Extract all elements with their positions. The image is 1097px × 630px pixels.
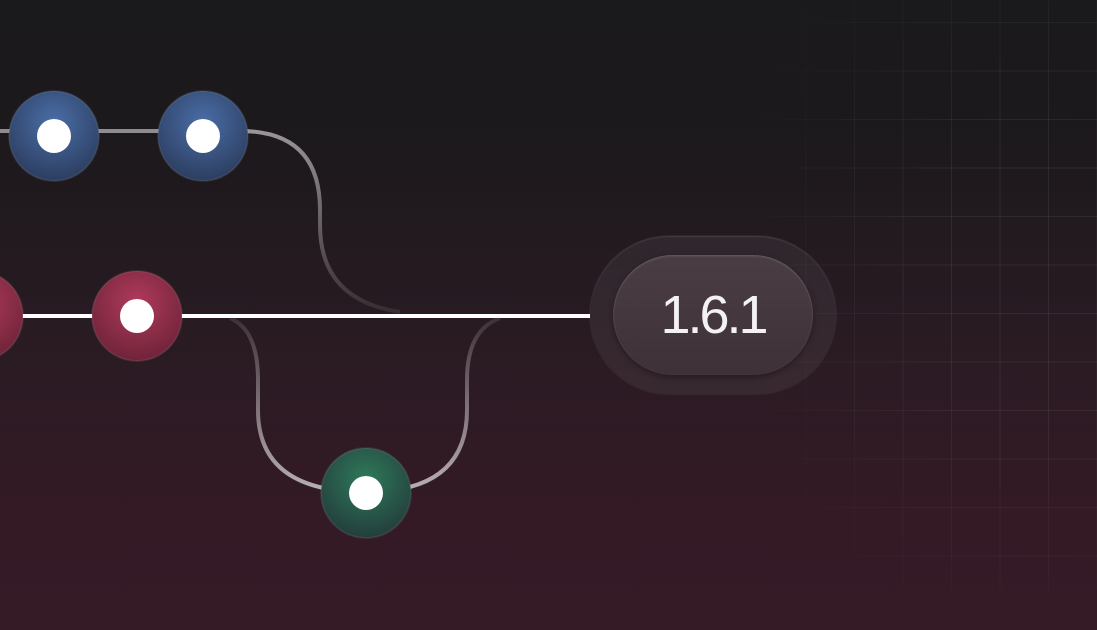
commit-node-icon: [8, 90, 100, 182]
commit-node-icon: [157, 90, 249, 182]
commit-graph: [0, 90, 590, 539]
commit-node-icon: [320, 447, 412, 539]
commit-node-icon: [91, 270, 183, 362]
version-label: 1.6.1: [660, 285, 768, 345]
commit-node-icon: [0, 275, 24, 357]
version-badge: 1.6.1: [613, 255, 813, 375]
